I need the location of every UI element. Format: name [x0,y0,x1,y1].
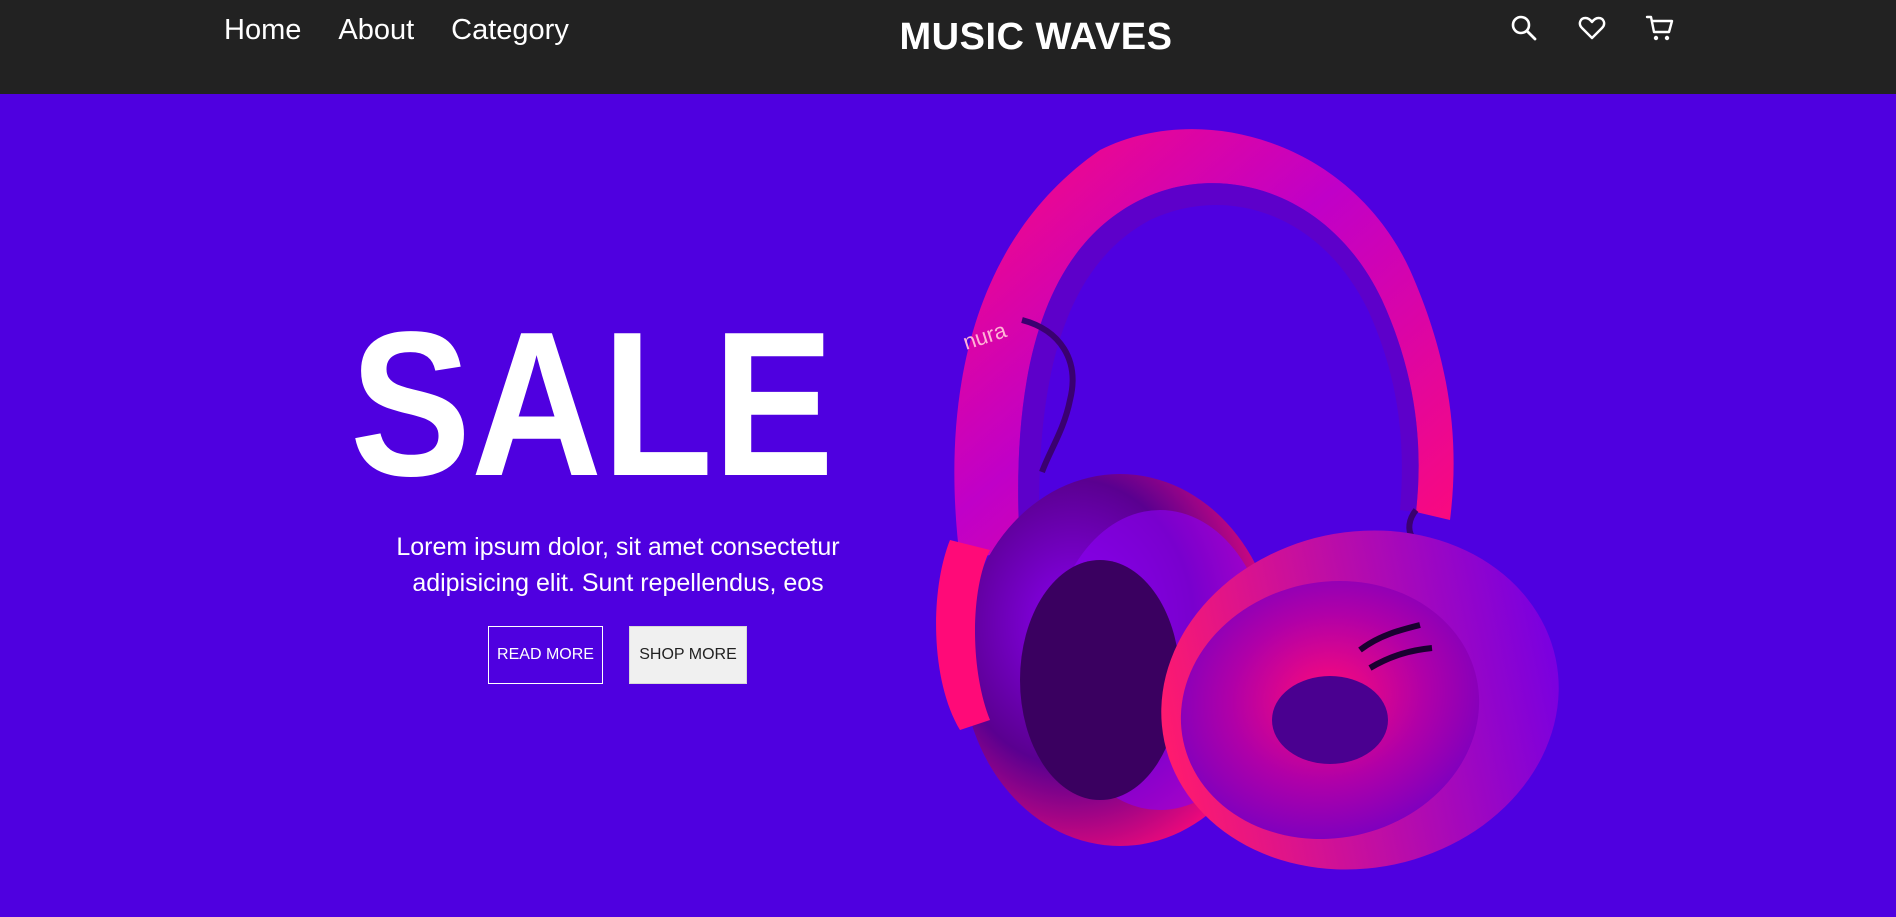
headphones-product-image: nura [936,129,1559,870]
search-icon[interactable] [1508,12,1540,44]
cart-icon[interactable] [1644,12,1676,44]
read-more-button[interactable]: READ MORE [488,626,603,684]
hero-button-row: READ MORE SHOP MORE [488,626,747,684]
left-ear-cup-cushion [1020,560,1180,800]
nav-icon-group [1508,12,1676,44]
top-navbar: Home About Category MUSIC WAVES [0,0,1896,94]
shop-more-button[interactable]: SHOP MORE [629,626,747,684]
heart-icon[interactable] [1576,12,1608,44]
sale-headline: SALE [350,312,834,492]
sale-headline-text: SALE [350,312,834,492]
right-ear-cup-center [1272,676,1388,764]
hero-description: Lorem ipsum dolor, sit amet consectetur … [396,533,840,597]
